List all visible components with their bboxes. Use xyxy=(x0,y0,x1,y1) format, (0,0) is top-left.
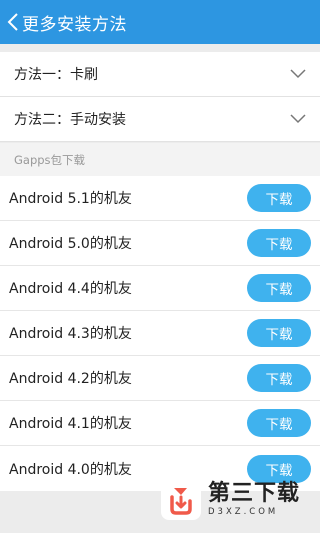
list-item-label: Android 4.0的机友 xyxy=(9,461,132,478)
list-item: Android 4.3的机友 下载 xyxy=(0,311,320,356)
top-bar: 更多安装方法 xyxy=(0,0,320,44)
method-row-manual-install[interactable]: 方法二：手动安装 xyxy=(0,97,320,142)
method-label: 方法二：手动安装 xyxy=(14,112,126,128)
list-item-label: Android 5.0的机友 xyxy=(9,236,132,252)
list-item: Android 5.0的机友 下载 xyxy=(0,221,320,266)
method-label: 方法一：卡刷 xyxy=(14,67,98,83)
chevron-down-icon xyxy=(290,114,306,124)
page-title: 更多安装方法 xyxy=(22,14,127,35)
download-button[interactable]: 下载 xyxy=(247,409,311,437)
list-item-label: Android 4.1的机友 xyxy=(9,416,132,432)
download-logo-icon xyxy=(161,480,201,520)
list-item-label: Android 4.2的机友 xyxy=(9,371,132,387)
list-item-label: Android 5.1的机友 xyxy=(9,191,132,207)
download-button[interactable]: 下载 xyxy=(247,274,311,302)
list-item: Android 4.2的机友 下载 xyxy=(0,356,320,401)
section-header-gapps: Gapps包下载 xyxy=(0,143,320,176)
list-item: Android 4.1的机友 下载 xyxy=(0,401,320,446)
chevron-left-icon[interactable] xyxy=(4,11,22,33)
list-item: Android 4.4的机友 下载 xyxy=(0,266,320,311)
download-button[interactable]: 下载 xyxy=(247,229,311,257)
list-item-label: Android 4.4的机友 xyxy=(9,281,132,297)
list-item: Android 5.1的机友 下载 xyxy=(0,176,320,221)
download-button[interactable]: 下载 xyxy=(247,319,311,347)
site-watermark: 第三下载 D3XZ.COM xyxy=(160,476,320,524)
download-button[interactable]: 下载 xyxy=(247,364,311,392)
chevron-down-icon xyxy=(290,69,306,79)
list-item-label: Android 4.3的机友 xyxy=(9,326,132,342)
watermark-name: 第三下载 xyxy=(208,481,301,507)
watermark-domain: D3XZ.COM xyxy=(208,507,279,518)
download-button[interactable]: 下载 xyxy=(247,184,311,212)
download-list: Android 5.1的机友 下载 Android 5.0的机友 下载 Andr… xyxy=(0,176,320,491)
method-row-card-flash[interactable]: 方法一：卡刷 xyxy=(0,52,320,97)
install-methods-panel: 方法一：卡刷 方法二：手动安装 xyxy=(0,52,320,142)
